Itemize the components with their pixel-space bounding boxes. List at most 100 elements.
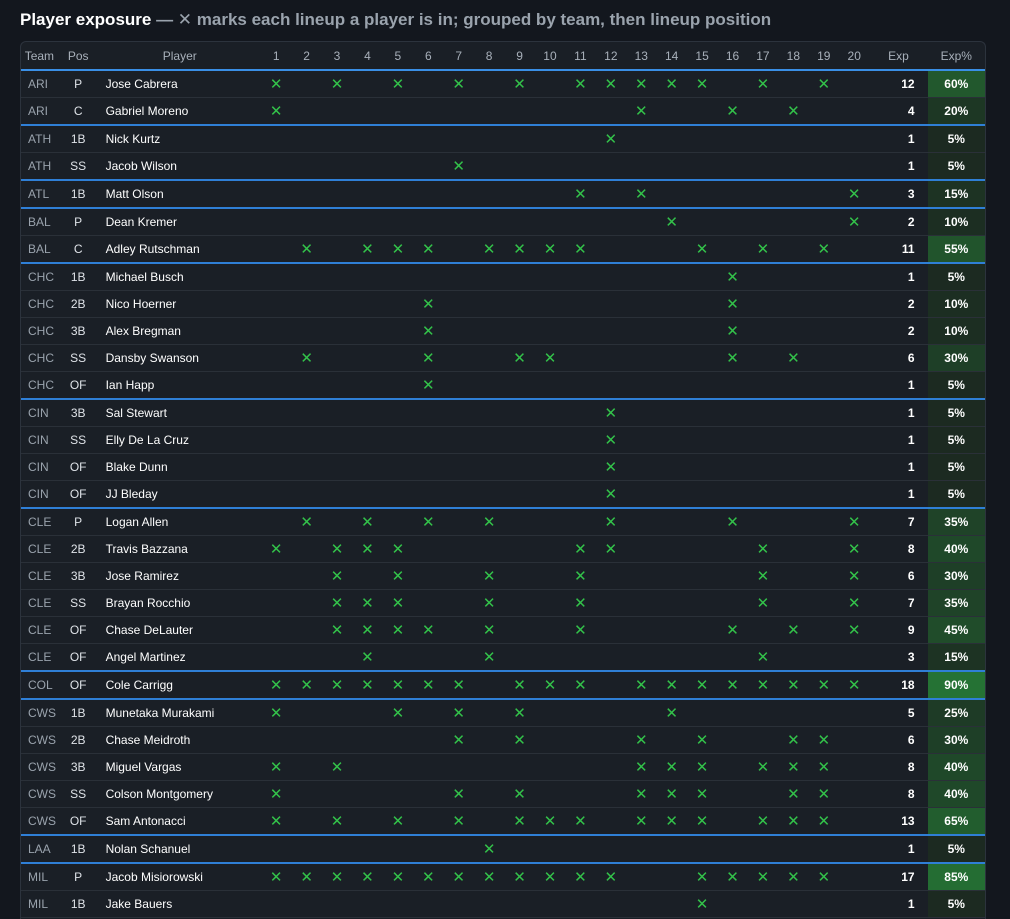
table-row[interactable]: ARI C Gabriel Moreno ✕ ✕ ✕ ✕ 4 20% [21,97,985,126]
header-lineup-3[interactable]: 3 [321,42,353,71]
table-row[interactable]: ATH SS Jacob Wilson ✕ 1 5% [21,152,985,181]
header-lineup-6[interactable]: 6 [413,42,444,71]
table-row[interactable]: CHC 2B Nico Hoerner ✕ ✕ 2 10% [21,290,985,318]
header-lineup-14[interactable]: 14 [656,42,687,71]
player-name[interactable]: Jake Bauers [98,890,261,918]
player-name[interactable]: Dean Kremer [98,207,261,236]
header-lineup-12[interactable]: 12 [595,42,627,71]
player-name[interactable]: Nolan Schanuel [98,834,261,864]
player-name[interactable]: Sal Stewart [98,398,261,427]
table-row[interactable]: CLE SS Brayan Rocchio ✕ ✕ ✕ ✕ ✕ ✕ ✕ 7 35% [21,589,985,617]
table-row[interactable]: CLE 3B Jose Ramirez ✕ ✕ ✕ ✕ ✕ ✕ 6 30% [21,562,985,590]
player-name[interactable]: Brayan Rocchio [98,589,261,617]
table-row[interactable]: LAA 1B Nolan Schanuel ✕ 1 5% [21,834,985,864]
table-row[interactable]: CWS 2B Chase Meidroth ✕ ✕ ✕ ✕ ✕ ✕ 6 30% [21,726,985,754]
header-lineup-1[interactable]: 1 [260,42,292,71]
table-row[interactable]: CIN OF Blake Dunn ✕ 1 5% [21,453,985,481]
table-row[interactable]: CHC 1B Michael Busch ✕ 1 5% [21,262,985,291]
player-name[interactable]: Jose Ramirez [98,562,261,590]
header-lineup-18[interactable]: 18 [778,42,809,71]
table-row[interactable]: CWS OF Sam Antonacci ✕ ✕ ✕ ✕ ✕ ✕ ✕ ✕ ✕ ✕ ✕ ✕ ✕ 13 65% [21,807,985,836]
header-lineup-9[interactable]: 9 [504,42,535,71]
player-name[interactable]: Nico Hoerner [98,290,261,318]
table-row[interactable]: ATH 1B Nick Kurtz ✕ 1 5% [21,124,985,153]
table-row[interactable]: CLE OF Angel Martinez ✕ ✕ ✕ 3 15% [21,643,985,672]
table-row[interactable]: CWS 1B Munetaka Murakami ✕ ✕ ✕ ✕ ✕ 5 25% [21,698,985,727]
player-name[interactable]: Colson Montgomery [98,780,261,808]
player-name[interactable]: Dansby Swanson [98,344,261,372]
table-row[interactable]: MIL 1B Jake Bauers ✕ 1 5% [21,890,985,918]
player-name[interactable]: Gabriel Moreno [98,97,261,126]
table-row[interactable]: CHC 3B Alex Bregman ✕ ✕ 2 10% [21,317,985,345]
table-row[interactable]: CLE 2B Travis Bazzana ✕ ✕ ✕ ✕ ✕ ✕ ✕ ✕ 8 40% [21,535,985,563]
player-name[interactable]: Travis Bazzana [98,535,261,563]
table-row[interactable]: COL OF Cole Carrigg ✕ ✕ ✕ ✕ ✕ ✕ ✕ ✕ ✕ ✕ ✕ ✕ ✕ ✕ ✕ ✕ ✕ ✕ 18 90% [21,670,985,700]
player-name[interactable]: Munetaka Murakami [98,698,261,727]
header-lineup-17[interactable]: 17 [747,42,779,71]
player-name[interactable]: Matt Olson [98,179,261,209]
player-name[interactable]: Chase DeLauter [98,616,261,644]
player-name[interactable]: Adley Rutschman [98,235,261,264]
table-row[interactable]: BAL C Adley Rutschman ✕ ✕ ✕ ✕ ✕ ✕ ✕ ✕ ✕ ✕ ✕ 11 55% [21,235,985,264]
player-name[interactable]: Miguel Vargas [98,753,261,781]
header-lineup-4[interactable]: 4 [352,42,383,71]
header-lineup-15[interactable]: 15 [686,42,718,71]
table-row[interactable]: MIL P Jacob Misiorowski ✕ ✕ ✕ ✕ ✕ ✕ ✕ ✕ ✕ ✕ ✕ ✕ ✕ ✕ ✕ ✕ ✕ 17… [21,862,985,891]
header-lineup-11[interactable]: 11 [565,42,596,71]
header-lineup-2[interactable]: 2 [291,42,322,71]
table-row[interactable]: BAL P Dean Kremer ✕ ✕ 2 10% [21,207,985,236]
header-player[interactable]: Player [98,42,261,71]
header-team[interactable]: Team [21,42,58,71]
header-exp[interactable]: Exp [869,42,928,71]
player-name[interactable]: Ian Happ [98,371,261,400]
player-name[interactable]: Jacob Misiorowski [98,862,261,891]
table-row[interactable]: CIN SS Elly De La Cruz ✕ 1 5% [21,426,985,454]
header-lineup-7[interactable]: 7 [443,42,474,71]
table-row[interactable]: CWS SS Colson Montgomery ✕ ✕ ✕ ✕ ✕ ✕ ✕ ✕ 8 40% [21,780,985,808]
lineup-mark-icon: ✕ [787,786,800,803]
player-name[interactable]: Chase Meidroth [98,726,261,754]
header-lineup-20[interactable]: 20 [838,42,870,71]
table-row[interactable]: CLE P Logan Allen ✕ ✕ ✕ ✕ ✕ ✕ ✕ 7 35% [21,507,985,536]
header-lineup-19[interactable]: 19 [808,42,839,71]
player-name[interactable]: Sam Antonacci [98,807,261,836]
lineup-cell-10 [534,371,566,400]
exposure-table-panel[interactable]: Team Pos Player 1 2 3 4 5 6 7 8 9 10 11 12 13 14 15 16 1… [20,41,986,919]
player-name[interactable]: Elly De La Cruz [98,426,261,454]
player-name[interactable]: Michael Busch [98,262,261,291]
player-name[interactable]: Nick Kurtz [98,124,261,153]
table-row[interactable]: CIN OF JJ Bleday ✕ 1 5% [21,480,985,509]
table-row[interactable]: CHC SS Dansby Swanson ✕ ✕ ✕ ✕ ✕ ✕ 6 30% [21,344,985,372]
player-name[interactable]: Jacob Wilson [98,152,261,181]
table-row[interactable]: ATL 1B Matt Olson ✕ ✕ ✕ 3 15% [21,179,985,209]
header-exp-pct[interactable]: Exp% [927,42,985,71]
table-row[interactable]: CHC OF Ian Happ ✕ 1 5% [21,371,985,400]
lineup-cell-20 [838,124,870,153]
pos-cell: 3B [57,398,99,427]
player-name[interactable]: JJ Bleday [98,480,261,509]
player-name[interactable]: Blake Dunn [98,453,261,481]
lineup-cell-19 [808,507,839,536]
lineup-cell-9 [504,124,535,153]
lineup-cell-3 [321,371,353,400]
lineup-mark-icon: ✕ [391,677,405,694]
player-name[interactable]: Cole Carrigg [98,670,261,700]
header-pos[interactable]: Pos [57,42,99,71]
lineup-cell-10 [534,589,566,617]
header-lineup-16[interactable]: 16 [717,42,748,71]
lineup-cell-13: ✕ [626,670,657,700]
header-lineup-5[interactable]: 5 [382,42,414,71]
table-row[interactable]: CIN 3B Sal Stewart ✕ 1 5% [21,398,985,427]
player-name[interactable]: Angel Martinez [98,643,261,672]
player-name[interactable]: Alex Bregman [98,317,261,345]
lineup-mark-icon: ✕ [330,595,344,612]
header-lineup-10[interactable]: 10 [534,42,566,71]
player-name[interactable]: Logan Allen [98,507,261,536]
lineup-cell-9 [504,562,535,590]
header-lineup-8[interactable]: 8 [473,42,505,71]
player-name[interactable]: Jose Cabrera [98,70,261,98]
table-row[interactable]: CWS 3B Miguel Vargas ✕ ✕ ✕ ✕ ✕ ✕ ✕ ✕ 8 40% [21,753,985,781]
table-row[interactable]: CLE OF Chase DeLauter ✕ ✕ ✕ ✕ ✕ ✕ ✕ ✕ ✕ 9 45% [21,616,985,644]
table-row[interactable]: ARI P Jose Cabrera ✕ ✕ ✕ ✕ ✕ ✕ ✕ ✕ ✕ ✕ ✕ ✕ 12 60% [21,70,985,98]
header-lineup-13[interactable]: 13 [626,42,657,71]
